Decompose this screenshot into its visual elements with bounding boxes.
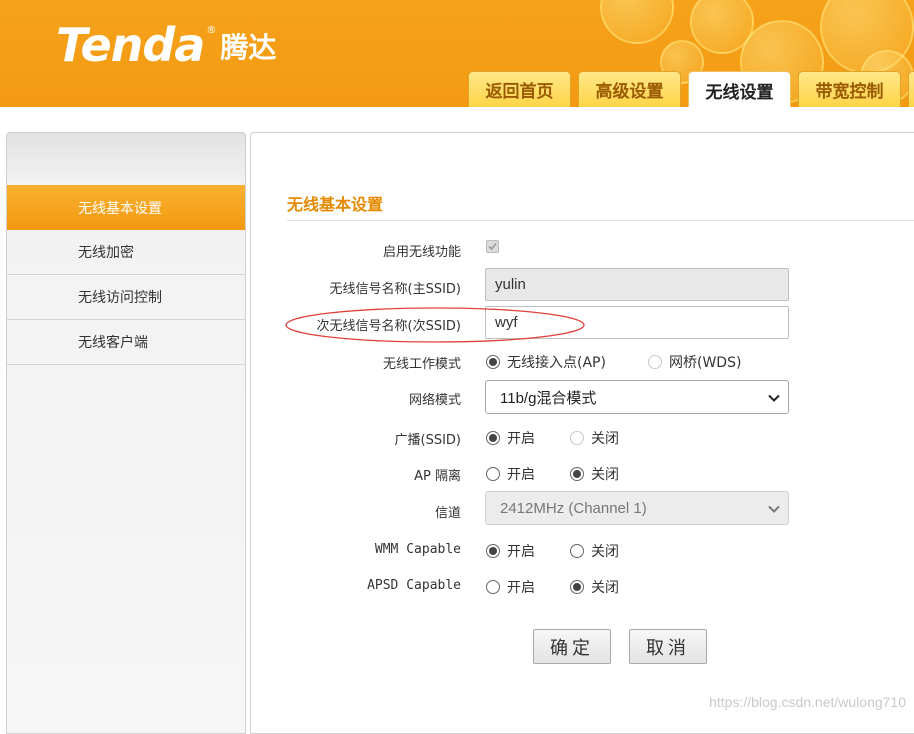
tenda-logo: Tenda ® 腾达 [56, 20, 276, 70]
apsd-on-option[interactable]: 开启 [486, 577, 535, 597]
wmm-off-option[interactable]: 关闭 [570, 541, 619, 561]
tab-advanced-settings[interactable]: 高级设置 [578, 71, 681, 107]
sidebar-item-wireless-security[interactable]: 无线加密 [7, 230, 245, 275]
apsd-label: APSD Capable [367, 578, 461, 593]
radio-ap-isolation-on[interactable] [486, 467, 500, 481]
ap-isolation-on-text: 开启 [507, 467, 535, 483]
radio-broadcast-on[interactable] [486, 431, 500, 445]
channel-select[interactable]: 2412MHz (Channel 1) [485, 491, 789, 525]
apsd-off-option[interactable]: 关闭 [570, 577, 619, 597]
channel-value: 2412MHz (Channel 1) [500, 499, 647, 517]
chevron-down-icon [768, 394, 780, 402]
channel-label: 信道 [434, 506, 461, 521]
work-mode-wds-option[interactable]: 网桥(WDS) [648, 352, 741, 372]
wmm-off-text: 关闭 [591, 544, 619, 560]
radio-apsd-off[interactable] [570, 580, 584, 594]
apsd-off-text: 关闭 [591, 580, 619, 596]
work-mode-wds-text: 网桥(WDS) [669, 355, 742, 371]
logo-text: Tenda [56, 18, 205, 72]
section-title: 无线基本设置 [287, 195, 384, 214]
work-mode-ap-text: 无线接入点(AP) [507, 355, 606, 371]
primary-ssid-input[interactable]: yulin [485, 268, 789, 301]
broadcast-on-option[interactable]: 开启 [486, 428, 535, 448]
annotation-ellipse [285, 307, 585, 343]
cancel-button[interactable]: 取消 [629, 629, 707, 664]
network-mode-select[interactable]: 11b/g混合模式 [485, 380, 789, 414]
wmm-label: WMM Capable [374, 542, 461, 557]
chevron-down-icon [768, 505, 780, 513]
logo-chinese: 腾达 [220, 31, 277, 64]
ap-isolation-off-option[interactable]: 关闭 [570, 464, 619, 484]
work-mode-label: 无线工作模式 [382, 357, 461, 372]
broadcast-label: 广播(SSID) [394, 433, 462, 448]
primary-ssid-label: 无线信号名称(主SSID) [329, 282, 462, 297]
section-divider [287, 220, 914, 221]
logo-registered-mark: ® [206, 25, 217, 36]
network-mode-value: 11b/g混合模式 [500, 389, 597, 407]
top-nav-tabs: 返回首页 高级设置 无线设置 带宽控制 [468, 71, 914, 107]
radio-broadcast-off[interactable] [570, 431, 584, 445]
sidebar-item-wireless-access-control[interactable]: 无线访问控制 [7, 275, 245, 320]
wmm-on-option[interactable]: 开启 [486, 541, 535, 561]
radio-wmm-on[interactable] [486, 544, 500, 558]
broadcast-off-text: 关闭 [591, 431, 619, 447]
ap-isolation-off-text: 关闭 [591, 467, 619, 483]
sidebar-item-wireless-basic[interactable]: 无线基本设置 [7, 185, 245, 230]
ap-isolation-label: AP 隔离 [414, 469, 461, 484]
header-banner: Tenda ® 腾达 返回首页 高级设置 无线设置 带宽控制 [0, 0, 914, 107]
apsd-on-text: 开启 [507, 580, 535, 596]
radio-ap-isolation-off[interactable] [570, 467, 584, 481]
sidebar: 无线基本设置 无线加密 无线访问控制 无线客户端 [6, 132, 246, 734]
confirm-button[interactable]: 确定 [533, 629, 611, 664]
radio-apsd-on[interactable] [486, 580, 500, 594]
checkmark-icon [488, 242, 497, 251]
radio-wds[interactable] [648, 355, 662, 369]
watermark: https://blog.csdn.net/wulong710 [709, 694, 906, 710]
bubble-decoration [600, 0, 674, 44]
tab-more[interactable] [908, 71, 914, 107]
broadcast-off-option[interactable]: 关闭 [570, 428, 619, 448]
sidebar-item-wireless-clients[interactable]: 无线客户端 [7, 320, 245, 365]
enable-wireless-label: 启用无线功能 [382, 245, 461, 260]
work-mode-ap-option[interactable]: 无线接入点(AP) [486, 352, 606, 372]
network-mode-label: 网络模式 [408, 393, 461, 408]
ap-isolation-on-option[interactable]: 开启 [486, 464, 535, 484]
radio-wmm-off[interactable] [570, 544, 584, 558]
broadcast-on-text: 开启 [507, 431, 535, 447]
tab-wireless-settings[interactable]: 无线设置 [688, 71, 791, 107]
wmm-on-text: 开启 [507, 544, 535, 560]
radio-ap[interactable] [486, 355, 500, 369]
tab-home[interactable]: 返回首页 [468, 71, 571, 107]
tab-bandwidth-control[interactable]: 带宽控制 [798, 71, 901, 107]
enable-wireless-checkbox[interactable] [486, 240, 499, 253]
